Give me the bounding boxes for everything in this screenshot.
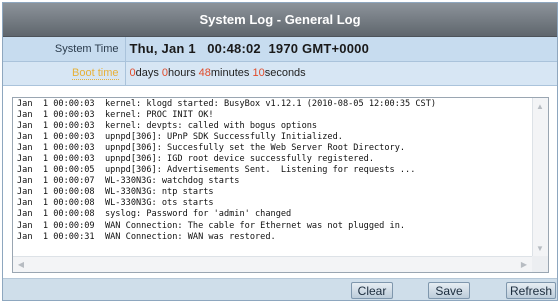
horizontal-scrollbar[interactable]: ◀ ▶: [13, 256, 532, 272]
log-line: Jan 1 00:00:08 WL-330N3G: ntp starts: [17, 187, 214, 198]
log-content: Jan 1 00:00:03 kernel: klogd started: Bu…: [13, 98, 532, 256]
boot-hours-unit: hours: [168, 67, 199, 79]
boot-time-row: Boot time 0days 0hours 48minutes 10secon…: [3, 61, 557, 86]
log-line: Jan 1 00:00:31 WAN Connection: WAN was r…: [17, 231, 276, 242]
log-line: Jan 1 00:00:08 WL-330N3G: ots starts: [17, 198, 214, 209]
vertical-scrollbar[interactable]: ▲ ▼: [532, 98, 548, 256]
info-table: System Time Thu, Jan 1 00:48:02 1970 GMT…: [3, 37, 557, 86]
system-time-row: System Time Thu, Jan 1 00:48:02 1970 GMT…: [3, 37, 557, 62]
log-line: Jan 1 00:00:09 WAN Connection: The cable…: [17, 220, 406, 231]
system-time-value: Thu, Jan 1 00:48:02 1970 GMT+0000: [125, 37, 557, 62]
log-textarea[interactable]: Jan 1 00:00:03 kernel: klogd started: Bu…: [12, 97, 549, 273]
log-line: Jan 1 00:00:03 kernel: klogd started: Bu…: [17, 99, 437, 109]
scroll-right-icon[interactable]: ▶: [517, 257, 531, 271]
button-bar: Clear Save Refresh: [3, 278, 557, 300]
refresh-button[interactable]: Refresh: [506, 282, 556, 299]
boot-seconds-unit: seconds: [264, 67, 306, 79]
save-button[interactable]: Save: [428, 282, 470, 299]
boot-minutes: 48: [198, 67, 211, 79]
log-line: Jan 1 00:00:03 upnpd[306]: IGD root devi…: [17, 154, 374, 165]
boot-time-label: Boot time: [3, 61, 126, 86]
scroll-up-icon[interactable]: ▲: [533, 99, 547, 113]
log-line: Jan 1 00:00:03 upnpd[306]: Succesfully s…: [17, 143, 406, 154]
log-line: Jan 1 00:00:03 upnpd[306]: UPnP SDK Succ…: [17, 132, 343, 143]
boot-time-value: 0days 0hours 48minutes 10seconds: [125, 61, 557, 86]
scroll-left-icon[interactable]: ◀: [14, 257, 28, 271]
scroll-down-icon[interactable]: ▼: [533, 241, 547, 255]
boot-days-unit: days: [135, 67, 162, 79]
log-line: Jan 1 00:00:08 syslog: Password for 'adm…: [17, 209, 292, 220]
scrollbar-corner: [532, 256, 548, 272]
log-line: Jan 1 00:00:07 WL-330N3G: watchdog start…: [17, 176, 240, 187]
system-log-window: System Log - General Log System Time Thu…: [2, 2, 558, 301]
boot-minutes-unit: minutes: [210, 67, 253, 79]
log-line: Jan 1 00:00:03 kernel: devpts: called wi…: [17, 121, 318, 132]
window-title: System Log - General Log: [3, 3, 557, 37]
log-line: Jan 1 00:00:05 upnpd[306]: Advertisement…: [17, 165, 416, 176]
boot-seconds: 10: [252, 67, 265, 79]
log-line: Jan 1 00:00:03 kernel: PROC INIT OK!: [17, 110, 214, 121]
system-time-label: System Time: [3, 37, 126, 62]
boot-time-label-text: Boot time: [72, 67, 119, 80]
clear-button[interactable]: Clear: [351, 282, 393, 299]
